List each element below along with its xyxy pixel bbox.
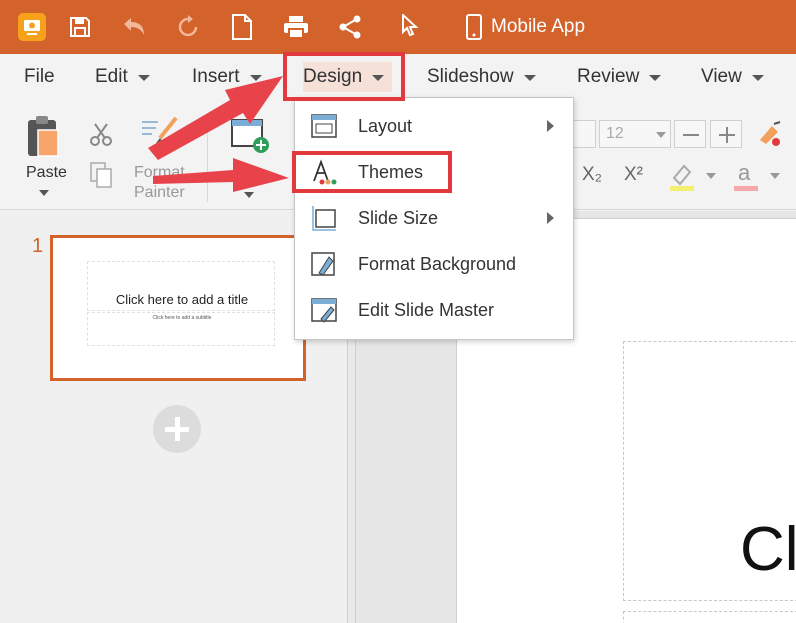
menu-insert-label: Insert	[192, 66, 240, 87]
ribbon-divider	[207, 114, 208, 202]
font-size-value: 12	[606, 125, 624, 142]
paste-label: Paste	[26, 164, 67, 181]
clear-formatting-button[interactable]	[754, 120, 784, 148]
subscript-label: X₂	[582, 164, 603, 185]
undo-icon[interactable]	[120, 13, 148, 41]
chevron-down-icon	[137, 75, 150, 81]
menu-item-label: Slide Size	[358, 207, 439, 228]
menu-review-label: Review	[577, 66, 640, 87]
format-painter-label-line1: Format	[134, 164, 185, 181]
menu-edit[interactable]: Edit	[95, 66, 150, 88]
format-painter-label-line2: Painter	[134, 184, 185, 201]
thumb-subtitle-placeholder: Click here to add a subtitle	[87, 312, 275, 346]
menu-file-label: File	[24, 66, 55, 87]
mobile-device-icon[interactable]	[460, 13, 488, 41]
menu-slideshow[interactable]: Slideshow	[427, 66, 536, 88]
highlight-color-button[interactable]	[668, 162, 720, 194]
redo-icon[interactable]	[174, 13, 202, 41]
menu-item-slide-size[interactable]: Slide Size	[295, 196, 573, 240]
menu-item-label: Format Background	[358, 253, 517, 274]
font-size-select[interactable]: 12	[599, 120, 671, 148]
scissors-icon	[90, 123, 112, 146]
decrease-font-button[interactable]	[674, 120, 706, 148]
slide-number: 1	[32, 235, 44, 257]
font-color-glyph: a	[738, 160, 751, 185]
font-color-bar	[734, 186, 758, 191]
share-icon[interactable]	[336, 13, 364, 41]
title-placeholder[interactable]: Cl	[623, 341, 796, 601]
edit-slide-master-icon	[311, 298, 337, 323]
copy-icon	[90, 162, 112, 188]
menu-item-label: Edit Slide Master	[358, 299, 495, 320]
subtitle-placeholder[interactable]	[623, 611, 796, 623]
format-painter-icon	[142, 116, 178, 143]
thumb-subtitle-text: Click here to add a subtitle	[152, 315, 212, 321]
menu-file[interactable]: File	[24, 66, 55, 88]
save-icon[interactable]	[66, 13, 94, 41]
menu-item-format-background[interactable]: Format Background	[295, 242, 573, 286]
menu-view[interactable]: View	[701, 66, 764, 88]
chevron-down-icon	[751, 75, 764, 81]
add-slide-button[interactable]	[153, 405, 201, 453]
app-title[interactable]: Mobile App	[491, 16, 585, 38]
chevron-down-icon	[39, 190, 49, 196]
copy-button[interactable]	[90, 162, 114, 190]
menu-insert[interactable]: Insert	[192, 66, 262, 88]
minus-icon	[683, 134, 699, 136]
chevron-right-icon	[547, 212, 554, 224]
cut-button[interactable]	[90, 122, 114, 148]
menu-item-layout[interactable]: Layout	[295, 104, 573, 148]
themes-item-highlight	[292, 151, 452, 193]
clipboard-icon	[28, 116, 59, 157]
pointer-icon[interactable]	[396, 13, 424, 41]
font-name-select-edge[interactable]	[574, 120, 596, 148]
format-painter-button[interactable]: Format Painter	[132, 116, 192, 202]
chevron-down-icon	[244, 192, 254, 198]
app-logo-icon[interactable]	[18, 13, 46, 41]
title-bar: Mobile App	[0, 0, 796, 54]
plus-icon-vertical	[726, 127, 728, 143]
highlighter-icon	[670, 164, 694, 191]
menu-view-label: View	[701, 66, 742, 87]
menu-edit-label: Edit	[95, 66, 128, 87]
clear-formatting-icon	[760, 121, 781, 146]
chevron-down-icon	[249, 75, 262, 81]
menu-review[interactable]: Review	[577, 66, 662, 88]
chevron-down-icon	[649, 75, 662, 81]
chevron-right-icon	[547, 120, 554, 132]
menu-item-label: Layout	[358, 115, 413, 136]
superscript-label: X²	[624, 164, 643, 185]
chevron-down-icon	[770, 173, 780, 179]
menu-slideshow-label: Slideshow	[427, 66, 514, 87]
design-menu-highlight	[283, 52, 405, 101]
new-slide-icon	[231, 119, 269, 153]
thumb-title-placeholder: Click here to add a title	[87, 261, 275, 311]
thumb-title-text: Click here to add a title	[115, 292, 249, 307]
subscript-button[interactable]: X₂	[582, 164, 610, 192]
chevron-down-icon	[656, 132, 666, 138]
chevron-down-icon	[706, 173, 716, 179]
paste-button[interactable]: Paste	[20, 114, 68, 204]
font-color-button[interactable]: a	[734, 160, 786, 194]
format-background-icon	[311, 252, 335, 276]
title-placeholder-text: Cl	[740, 515, 796, 584]
superscript-button[interactable]: X²	[624, 164, 652, 192]
increase-font-button[interactable]	[710, 120, 742, 148]
design-dropdown-menu: Layout Themes Slide Size Format Backgrou…	[294, 97, 574, 340]
slide-thumbnail[interactable]: Click here to add a title Click here to …	[50, 235, 306, 381]
print-icon[interactable]	[282, 13, 310, 41]
layout-icon	[311, 114, 337, 138]
new-file-icon[interactable]	[228, 13, 256, 41]
plus-icon-vertical	[174, 417, 180, 441]
menu-item-edit-slide-master[interactable]: Edit Slide Master	[295, 288, 573, 332]
slide-size-icon	[312, 206, 336, 231]
new-slide-button[interactable]	[230, 118, 274, 204]
chevron-down-icon	[523, 75, 536, 81]
